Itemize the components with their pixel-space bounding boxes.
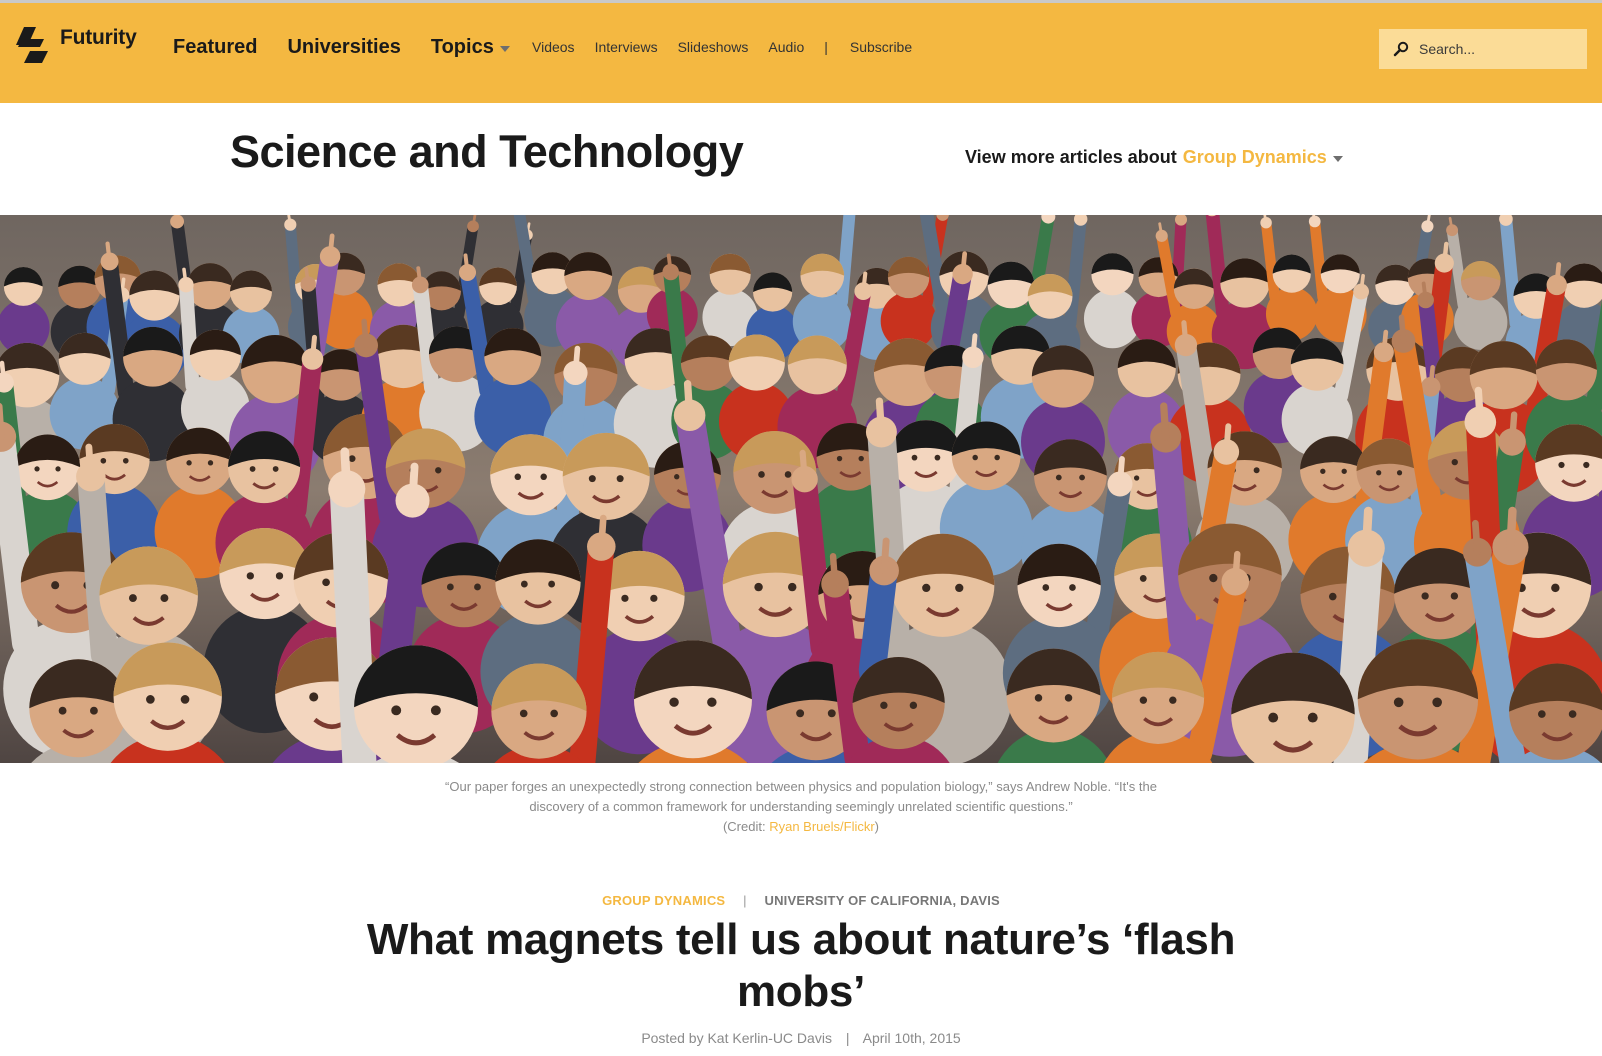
category-link[interactable]: GROUP DYNAMICS [602,893,725,908]
topic-dropdown[interactable]: Group Dynamics [1183,147,1327,168]
university-link[interactable]: UNIVERSITY OF CALIFORNIA, DAVIS [764,893,999,908]
secondary-nav: Videos Interviews Slideshows Audio | Sub… [532,39,932,55]
caption-quote: “Our paper forges an unexpectedly strong… [445,779,1157,814]
byline: Posted by Kat Kerlin-UC Davis | April 10… [0,1030,1602,1046]
search-box[interactable] [1379,29,1587,69]
article-headline: What magnets tell us about nature’s ‘fla… [366,915,1236,1016]
futurity-logo-icon [16,27,48,63]
site-header: Futurity Featured Universities Topics Vi… [0,0,1602,103]
search-icon [1393,41,1409,57]
caption-credit-suffix: ) [874,819,880,834]
credit-link[interactable]: Ryan Bruels/Flickr [769,819,874,834]
nav-universities-label: Universities [287,36,401,58]
nav-interviews[interactable]: Interviews [595,39,658,55]
site-logo[interactable]: Futurity [14,25,137,65]
section-title: Science and Technology [230,126,744,177]
more-articles-prefix: View more articles about [965,147,1177,167]
nav-universities[interactable]: Universities [287,36,400,59]
nav-topics-label: Topics [430,36,494,58]
hero-image [0,215,1602,763]
meta-separator: | [743,893,747,908]
nav-subscribe[interactable]: Subscribe [850,39,912,55]
byline-separator: | [845,1030,850,1046]
logo-text: Futurity [60,26,137,49]
caption-credit-prefix: (Credit: [722,819,770,834]
search-input[interactable] [1419,41,1579,57]
nav-videos[interactable]: Videos [532,39,575,55]
image-caption: “Our paper forges an unexpectedly strong… [430,777,1172,837]
nav-topics-dropdown[interactable]: Topics [431,36,510,59]
main-nav: Featured Universities Topics [173,36,540,59]
nav-featured[interactable]: Featured [173,36,257,59]
more-articles-selector: View more articles about Group Dynamics [965,147,1343,168]
nav-featured-label: Featured [173,36,258,58]
article-tags: GROUP DYNAMICS | UNIVERSITY OF CALIFORNI… [0,893,1602,908]
author-byline: Posted by Kat Kerlin-UC Davis [641,1030,832,1046]
chevron-down-icon[interactable] [1332,155,1343,162]
nav-separator: | [824,39,828,55]
nav-slideshows[interactable]: Slideshows [678,39,749,55]
publish-date: April 10th, 2015 [862,1030,961,1046]
nav-audio[interactable]: Audio [768,39,804,55]
chevron-down-icon [499,45,510,52]
crowd-photo [0,215,1602,763]
